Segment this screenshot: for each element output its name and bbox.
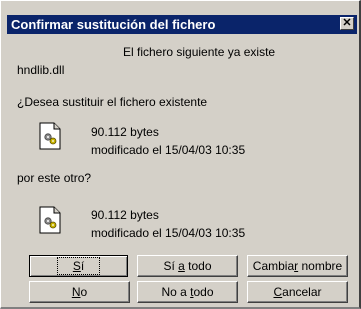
yes-to-all-button[interactable]: Sí a todo [137,255,238,277]
message-area: El fichero siguiente ya existe hndlib.dl… [15,41,351,247]
question-text: ¿Desea sustituir el fichero existente [17,95,208,109]
dialog-title: Confirmar sustitución del fichero [11,17,216,32]
dll-file-icon [39,122,61,150]
header-text: El fichero siguiente ya existe [123,45,276,59]
replace-prompt: por este otro? [17,171,92,185]
no-button[interactable]: No [29,281,130,303]
yes-button-label: Sí [56,257,101,275]
replace-file-dialog: Confirmar sustitución del fichero ✕ El f… [0,0,361,309]
cancel-button[interactable]: Cancelar [247,281,348,303]
new-modified: modificado el 15/04/03 10:35 [91,226,246,240]
existing-modified: modificado el 15/04/03 10:35 [91,143,246,157]
yes-button[interactable]: Sí [29,255,128,277]
close-icon: ✕ [342,17,352,29]
filename-text: hndlib.dll [17,63,65,77]
existing-size: 90.112 bytes [91,125,159,139]
close-button[interactable]: ✕ [340,17,354,30]
rename-button[interactable]: Cambiar nombre [247,255,348,277]
dll-file-icon [39,206,61,234]
title-bar[interactable]: Confirmar sustitución del fichero ✕ [7,15,357,34]
new-size: 90.112 bytes [91,208,159,222]
no-to-all-button[interactable]: No a todo [137,281,238,303]
